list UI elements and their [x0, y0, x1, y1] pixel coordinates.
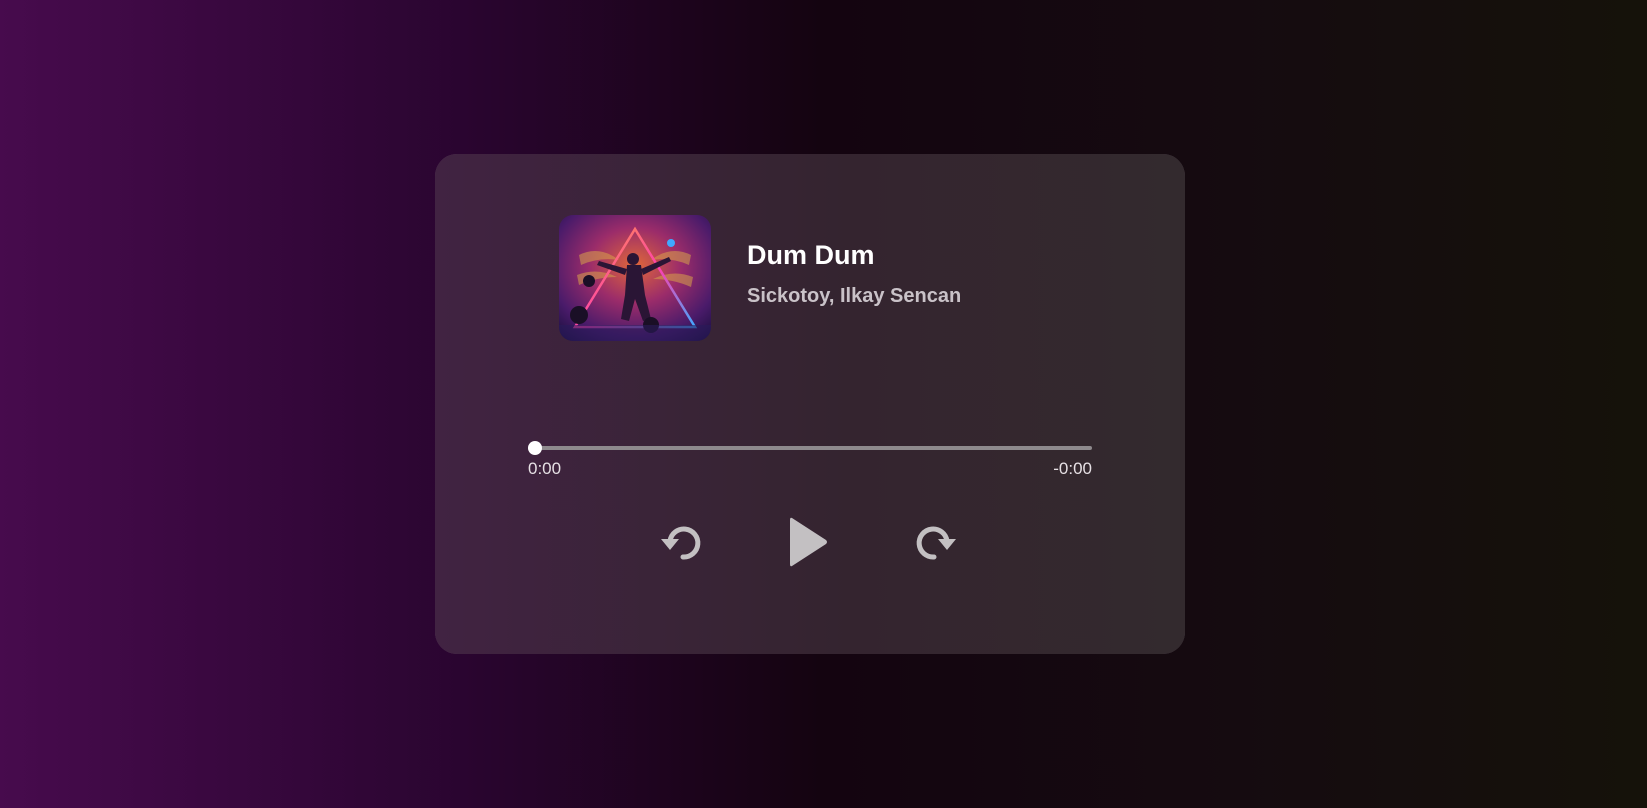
music-player-card: Dum Dum Sickotoy, Ilkay Sencan 0:00 -0:0… [435, 154, 1185, 654]
rewind-icon [661, 526, 701, 560]
forward-button[interactable] [908, 517, 960, 569]
progress-track[interactable] [528, 446, 1092, 450]
current-time: 0:00 [528, 459, 562, 478]
rewind-button[interactable] [657, 517, 709, 569]
remaining-time: -0:00 [1053, 459, 1092, 478]
progress-thumb[interactable] [528, 441, 542, 455]
progress-slider[interactable] [528, 440, 1092, 456]
album-art [559, 215, 711, 341]
play-icon [790, 517, 827, 567]
forward-icon [916, 526, 956, 560]
track-title: Dum Dum [747, 240, 875, 270]
play-button[interactable] [784, 514, 830, 570]
player-card-background [435, 154, 1185, 654]
track-artist: Sickotoy, Ilkay Sencan [747, 285, 962, 307]
